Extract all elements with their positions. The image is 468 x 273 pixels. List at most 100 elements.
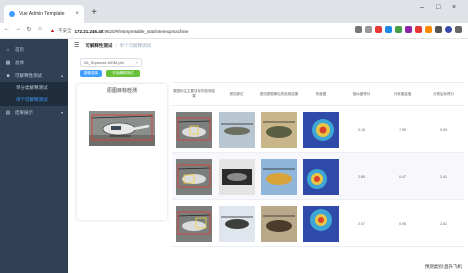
browser-tab-bar: Vue Admin Template × + – □ × [0, 0, 468, 23]
sidebar-subitem-single[interactable]: 单个可解释测试 [0, 94, 68, 106]
occluded-detection-thumbnail [261, 158, 297, 195]
minimize-icon[interactable]: – [420, 4, 424, 11]
close-window-icon[interactable]: × [452, 4, 456, 11]
maximize-icon[interactable]: □ [436, 4, 440, 11]
extension-red-icon[interactable] [375, 26, 382, 33]
extension-blue-icon[interactable] [385, 26, 392, 33]
tab-title: Vue Admin Template [19, 11, 65, 17]
sidebar-item-label: 总体 [15, 59, 24, 65]
doc-icon: ▤ [5, 109, 11, 116]
puzzle-icon[interactable] [435, 26, 442, 33]
footer-cell: · [193, 249, 195, 253]
table-row: 2.07 0.95 2.81 [172, 200, 464, 247]
test-icon: ■ [6, 72, 10, 79]
url-text: 172.21.246.40:9520/#/interpretable_stat/… [74, 28, 189, 34]
sidebar-item-home[interactable]: ⌂ 首页 [0, 43, 68, 56]
heatmap-thumbnail [303, 205, 339, 242]
menu-dots-icon[interactable] [455, 26, 462, 33]
footer-cell: · [320, 249, 322, 253]
extension-red2-icon[interactable] [415, 26, 422, 33]
heatmap-thumbnail [303, 158, 339, 195]
extension-purple-icon[interactable] [405, 26, 412, 33]
col-header-heatmap: 热度图 [301, 83, 341, 106]
occluded-detection-thumbnail [261, 205, 297, 242]
forward-icon[interactable]: → [14, 26, 22, 32]
prediction-status: 预测类别:直升飞机 [424, 264, 462, 269]
hamburger-icon[interactable]: ☰ [74, 42, 79, 49]
reload-icon[interactable]: ↻ [25, 26, 33, 33]
tab-close-icon[interactable]: × [75, 11, 79, 17]
class-score: 2.81 [440, 221, 447, 226]
vue-favicon-icon [9, 11, 15, 17]
chevron-up-icon: ▴ [60, 73, 63, 78]
home-icon: ⌂ [6, 46, 10, 53]
footer-cell: · [402, 249, 403, 253]
sidebar: ⌂ 首页 ▦ 总体 ■ 可解释性测试 ▴ 单分类解释测试 单个可解释测试 ▤ 结… [0, 39, 68, 273]
extension-green-icon[interactable] [395, 26, 402, 33]
sidebar-item-label: 可解释性测试 [15, 72, 42, 78]
breadcrumb-parent[interactable]: 可解释性测试 [85, 43, 112, 49]
new-tab-icon[interactable]: + [88, 7, 100, 19]
similarity-score: 2.07 [358, 221, 365, 226]
occlusion-thumbnail [218, 158, 255, 195]
original-helicopter-image [89, 111, 155, 146]
heatmap-thumbnail [303, 111, 339, 148]
home-button-icon[interactable]: ⌂ [36, 26, 44, 32]
security-label: 不安全 [57, 28, 72, 33]
original-detection-card: 原图目标检测 [77, 84, 167, 220]
sidebar-item-label: 结果展示 [15, 109, 33, 115]
metric-value: 0.95 [399, 221, 406, 226]
col-header-metric: 分析度量值 [382, 83, 423, 106]
extension-orange-icon[interactable] [425, 26, 432, 33]
start-test-button[interactable]: 开始解释测试 [106, 70, 140, 77]
footer-cell: · [236, 249, 237, 253]
metric-value: 0.47 [399, 174, 406, 179]
detection-thumbnail [176, 111, 212, 148]
sidebar-item-results[interactable]: ▤ 结果展示 ▾ [0, 106, 68, 119]
model-select-value: 08_Squeeze-NOM.pth [84, 60, 124, 65]
star-icon[interactable] [365, 26, 372, 33]
model-select[interactable]: 08_Squeeze-NOM.pth ▾ [80, 58, 142, 67]
results-table: 原图标注主要目标的检测结果 遮挡部位 遮挡原图像后的检测结果 热度图 相似度得分… [172, 82, 464, 254]
main-content: ☰ 可解释性测试 / 单个可解释测试 08_Squeeze-NOM.pth ▾ … [68, 39, 468, 273]
col-header-similarity: 相似度得分 [341, 83, 382, 106]
table-footer-row: · · · · · · · [172, 247, 464, 255]
profile-icon[interactable] [445, 26, 452, 33]
col-header-occlusion: 遮挡部位 [216, 83, 257, 106]
grid-icon: ▦ [5, 59, 11, 66]
chevron-down-icon: ▾ [135, 60, 138, 65]
footer-cell: · [278, 249, 280, 253]
browser-address-bar: ← → ↻ ⌂ ▲ 不安全 172.21.246.40:9520/#/inter… [0, 23, 468, 39]
col-header-class-score: 分类后标得分 [423, 83, 464, 106]
metric-value: 7.95 [399, 127, 406, 132]
breadcrumb-separator: / [115, 43, 117, 48]
similarity-score: 2.89 [358, 174, 365, 179]
breadcrumb-current: 单个可解释测试 [119, 42, 152, 48]
card-title: 原图目标检测 [106, 88, 137, 94]
class-score: 2.41 [440, 174, 447, 179]
zoom-icon[interactable] [355, 26, 362, 33]
footer-cell: · [361, 249, 362, 253]
select-image-button[interactable]: 图像选择 [80, 70, 102, 77]
warning-icon: ▲ [50, 28, 55, 34]
table-row: 0.18 7.95 0.00 [172, 106, 464, 153]
occlusion-thumbnail [218, 111, 255, 148]
sidebar-subitem-batch[interactable]: 单分类解释测试 [0, 82, 68, 94]
chevron-down-icon: ▾ [60, 110, 63, 115]
sidebar-item-label: 首页 [15, 46, 24, 52]
browser-tab[interactable]: Vue Admin Template × [4, 5, 84, 23]
extension-icons [355, 26, 462, 33]
col-header-occluded-detect: 遮挡原图像后的检测结果 [257, 83, 301, 106]
similarity-score: 0.18 [358, 127, 365, 132]
sidebar-item-overview[interactable]: ▦ 总体 [0, 56, 68, 69]
table-row: 2.89 0.47 2.41 [172, 153, 464, 200]
detection-thumbnail [176, 158, 212, 195]
col-header-orig-detect: 原图标注主要目标的检测结果 [172, 83, 216, 106]
occluded-detection-thumbnail [261, 111, 297, 148]
footer-cell: · [443, 249, 444, 253]
detection-thumbnail [176, 205, 212, 242]
url-field[interactable]: ▲ 不安全 172.21.246.40:9520/#/interpretable… [50, 26, 310, 36]
occlusion-thumbnail [218, 205, 255, 242]
back-icon[interactable]: ← [3, 26, 11, 32]
sidebar-item-interpretable-test[interactable]: ■ 可解释性测试 ▴ [0, 69, 68, 82]
